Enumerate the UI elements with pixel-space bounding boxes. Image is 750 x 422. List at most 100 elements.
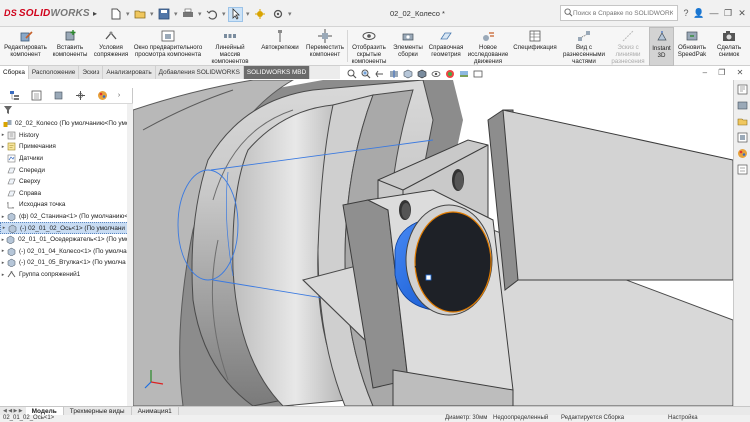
tree-item-front-plane[interactable]: Спереди: [0, 164, 133, 176]
help-search-input[interactable]: [573, 9, 673, 17]
hide-show-icon[interactable]: [429, 68, 443, 80]
tree-item-annotations[interactable]: ▸ Примечания: [0, 141, 133, 153]
command-manager: Редактировать компонент Вставить компоне…: [0, 27, 750, 66]
tree-item-component[interactable]: ▸ (ф) 02_Станина<1> (По умолчанию<: [0, 211, 133, 223]
explode-line-sketch-button[interactable]: Эскиз с линиями разнесения: [608, 27, 648, 66]
display-manager-icon[interactable]: [92, 89, 112, 103]
solidworks-logo[interactable]: DS SOLIDWORKS: [4, 8, 90, 19]
tab-evaluate[interactable]: Анализировать: [103, 66, 156, 79]
menu-expand-icon[interactable]: ▸: [93, 9, 97, 18]
close-icon[interactable]: ✕: [736, 6, 748, 20]
status-selected-component: 02_01_02_Ось<1>: [3, 415, 55, 421]
tree-item-label: History: [19, 131, 39, 139]
help-search-box[interactable]: [560, 5, 678, 21]
tab-solidworks-mbd[interactable]: SOLIDWORKS MBD: [243, 66, 311, 79]
history-icon: [6, 131, 16, 140]
reference-geometry-icon: [439, 29, 453, 43]
tree-item-component[interactable]: ▸ (-) 02_01_05_Втулка<1> (По умолча: [0, 257, 133, 269]
tree-item-label: Группа сопряжений1: [19, 271, 81, 279]
tree-item-top-plane[interactable]: Сверху: [0, 176, 133, 188]
display-style-icon[interactable]: [415, 68, 429, 80]
print-icon[interactable]: [180, 7, 195, 22]
new-document-icon[interactable]: [108, 7, 123, 22]
document-restore-icon[interactable]: ❐: [718, 68, 725, 80]
view-palette-icon[interactable]: [736, 131, 749, 144]
snapshot-icon: [722, 29, 736, 43]
take-snapshot-button[interactable]: Сделать снимок: [710, 27, 748, 66]
apply-scene-icon[interactable]: [457, 68, 471, 80]
dimxpert-icon[interactable]: [70, 89, 90, 103]
file-explorer-icon[interactable]: [736, 115, 749, 128]
select-icon[interactable]: [228, 6, 243, 22]
tree-item-root[interactable]: 02_02_Колесо (По умолчанию<По умол: [0, 118, 133, 130]
document-minimize-icon[interactable]: –: [703, 68, 707, 80]
save-icon[interactable]: [156, 7, 171, 22]
tree-item-right-plane[interactable]: Справа: [0, 188, 133, 200]
mate-icon: [104, 29, 118, 43]
document-window-controls: – ❐ ✕: [697, 68, 749, 80]
zoom-area-icon[interactable]: [359, 68, 373, 80]
status-definition: Недоопределенный: [493, 415, 549, 421]
assembly-features-button[interactable]: Элементы сборки: [391, 27, 425, 66]
dropdown-arrow-icon[interactable]: ▾: [288, 10, 294, 18]
tree-item-sensors[interactable]: Датчики: [0, 153, 133, 165]
panel-expand-icon[interactable]: ›: [114, 89, 124, 103]
tree-item-mates[interactable]: ▸ Группа сопряжений1: [0, 269, 133, 281]
assembly-model[interactable]: [133, 80, 733, 406]
exploded-view-button[interactable]: Вид с разнесенными частями: [562, 27, 606, 66]
reference-geometry-button[interactable]: Справочная геометрия: [426, 27, 466, 66]
tree-item-component-selected[interactable]: ▸ (-) 02_01_02_Ось<1> (По умолчани: [0, 222, 133, 234]
new-motion-study-button[interactable]: Новое исследование движения: [468, 27, 508, 66]
rebuild-icon[interactable]: [252, 7, 267, 22]
options-icon[interactable]: [270, 7, 285, 22]
component-preview-button[interactable]: Окно предварительного просмотра компонен…: [133, 27, 203, 66]
model-view-tabs: ◀ ◀ ▶ ▶ Модель Трехмерные виды Анимация1: [0, 406, 750, 416]
show-hidden-components-button[interactable]: Отобразить скрытые компоненты: [349, 27, 389, 66]
mate-button[interactable]: Условия сопряжения: [91, 27, 131, 66]
open-icon[interactable]: [132, 7, 147, 22]
property-manager-icon[interactable]: [26, 89, 46, 103]
custom-properties-icon[interactable]: [736, 163, 749, 176]
tree-item-origin[interactable]: Исходная точка: [0, 199, 133, 211]
tree-item-label: (-) 02_01_04_Колесо<1> (По умолчан: [19, 247, 131, 255]
help-icon[interactable]: ?: [680, 6, 692, 20]
linear-pattern-button[interactable]: Линейный массив компонентов: [205, 27, 255, 66]
edit-component-button[interactable]: Редактировать компонент: [2, 27, 49, 66]
instant-3d-button[interactable]: Instant 3D: [649, 27, 674, 66]
appearances-icon[interactable]: [736, 147, 749, 160]
tree-item-component[interactable]: ▸ 02_01_01_Оседержатель<1> (По умол: [0, 234, 133, 246]
view-orientation-icon[interactable]: [401, 68, 415, 80]
feature-tree-icon[interactable]: [4, 89, 24, 103]
tab-solidworks-addins[interactable]: Добавления SOLIDWORKS: [155, 66, 244, 79]
zoom-to-fit-icon[interactable]: [345, 68, 359, 80]
restore-icon[interactable]: ❐: [722, 6, 734, 20]
status-settings[interactable]: Настройка: [668, 415, 698, 422]
view-settings-icon[interactable]: [471, 68, 485, 80]
smart-fasteners-button[interactable]: Автокрепежи: [258, 27, 302, 66]
tree-filter[interactable]: [0, 104, 133, 117]
sensors-icon: [6, 154, 16, 163]
bill-of-materials-button[interactable]: Спецификация: [510, 27, 560, 66]
graphics-area[interactable]: [133, 80, 733, 406]
design-library-icon[interactable]: [736, 99, 749, 112]
undo-icon[interactable]: [204, 7, 219, 22]
search-icon: [564, 7, 573, 19]
part-icon: [6, 235, 15, 245]
tab-scroll-arrows[interactable]: ◀ ◀ ▶ ▶: [0, 408, 26, 414]
section-view-icon[interactable]: [387, 68, 401, 80]
tree-item-component[interactable]: ▸ (-) 02_01_04_Колесо<1> (По умолчан: [0, 246, 133, 258]
document-close-icon[interactable]: ✕: [737, 68, 744, 80]
previous-view-icon[interactable]: [373, 68, 387, 80]
tab-sketch[interactable]: Эскиз: [79, 66, 104, 79]
edit-appearance-icon[interactable]: [443, 68, 457, 80]
tab-layout[interactable]: Расположение: [28, 66, 80, 79]
tab-assembly[interactable]: Сборка: [0, 66, 29, 79]
update-speedpak-button[interactable]: Обновить SpeedPak: [676, 27, 708, 66]
minimize-icon[interactable]: —: [708, 6, 720, 20]
resources-icon[interactable]: [736, 83, 749, 96]
insert-components-button[interactable]: Вставить компоненты: [50, 27, 90, 66]
configuration-manager-icon[interactable]: [48, 89, 68, 103]
move-component-button[interactable]: Переместить компонент: [304, 27, 346, 66]
tree-item-history[interactable]: ▸ History: [0, 130, 133, 142]
user-icon[interactable]: 👤: [693, 6, 705, 20]
